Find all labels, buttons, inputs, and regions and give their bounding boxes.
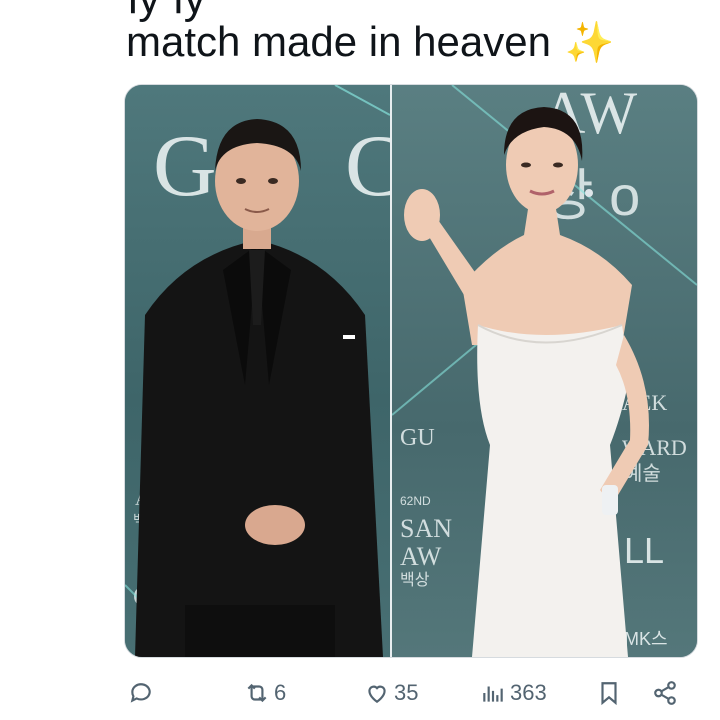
svg-text:SAN: SAN	[400, 514, 452, 543]
views-icon	[483, 686, 503, 702]
svg-text:62ND: 62ND	[400, 494, 431, 508]
sparkles-emoji: ✨	[564, 21, 615, 65]
retweet-icon	[247, 683, 267, 703]
like-count: 35	[394, 680, 419, 705]
svg-text:GU: GU	[400, 425, 435, 451]
photo-left-illustration: G C A\ 백상 C	[125, 85, 390, 657]
retweet-count: 6	[274, 680, 287, 705]
reply-button[interactable]	[128, 680, 154, 706]
tweet-action-bar: 6 35 363	[124, 674, 696, 712]
photo-left[interactable]: G C A\ 백상 C	[125, 85, 390, 657]
svg-text:G: G	[153, 118, 217, 215]
bookmark-icon	[601, 682, 617, 706]
svg-text:C: C	[345, 118, 390, 215]
tweet-text-body: match made in heaven	[126, 18, 551, 65]
reply-icon	[130, 683, 151, 703]
views-count: 363	[510, 680, 547, 705]
tweet-text: match made in heaven ✨	[126, 14, 615, 71]
share-icon	[654, 681, 676, 705]
photo-right[interactable]: AW 상 o AEK GU WARD 예술 62ND SAN AW 백상 LL …	[392, 85, 697, 657]
svg-text:MK스: MK스	[624, 629, 668, 649]
svg-text:LL: LL	[624, 530, 664, 571]
retweet-button[interactable]: 6	[244, 680, 286, 706]
photo-right-illustration: AW 상 o AEK GU WARD 예술 62ND SAN AW 백상 LL …	[392, 85, 697, 657]
svg-text:AW: AW	[400, 542, 442, 571]
heart-icon	[368, 685, 386, 703]
share-button[interactable]	[652, 680, 678, 706]
views-button[interactable]: 363	[480, 680, 547, 706]
tweet-media[interactable]: G C A\ 백상 C	[124, 84, 698, 658]
svg-text:백상: 백상	[400, 571, 430, 589]
like-button[interactable]: 35	[364, 680, 418, 706]
bookmark-button[interactable]	[596, 680, 622, 706]
